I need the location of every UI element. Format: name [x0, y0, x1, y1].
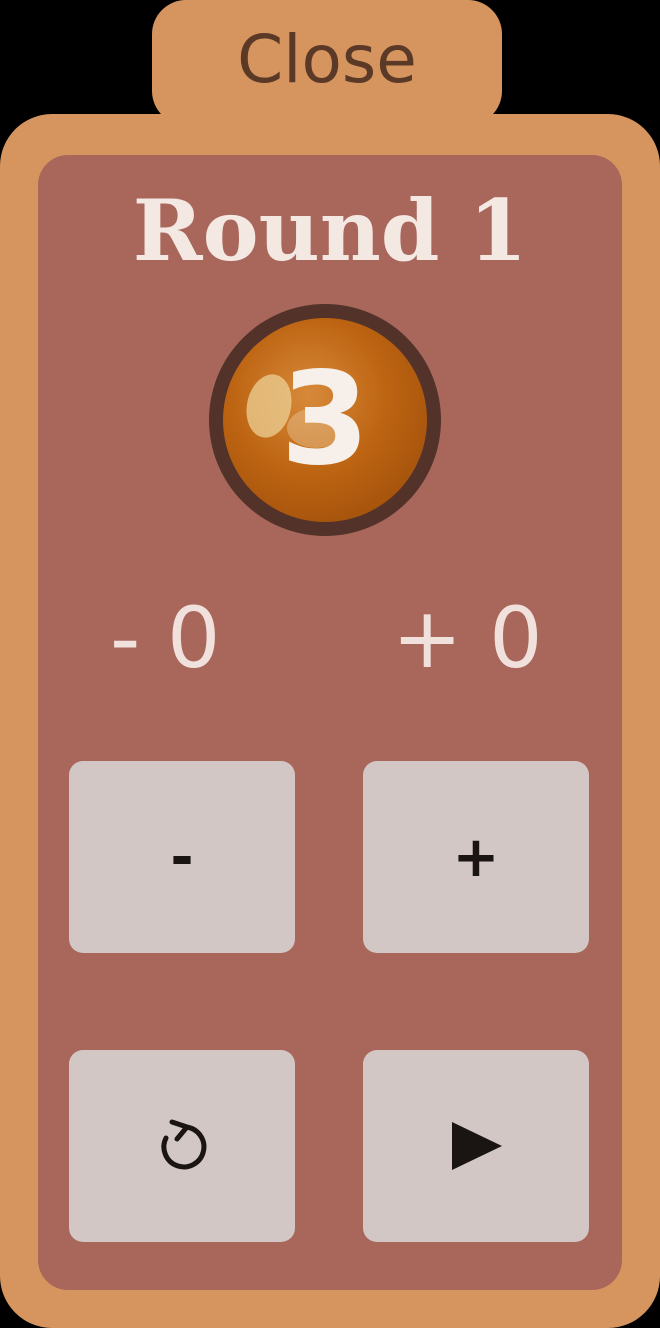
increment-button[interactable]: + — [363, 761, 589, 953]
round-widget: Close Round 1 3 - 0 + 0 - + — [0, 0, 660, 1328]
decrement-button[interactable]: - — [69, 761, 295, 953]
reset-icon — [161, 1119, 207, 1170]
counter-disc: 3 — [223, 318, 427, 522]
counter-badge: 3 — [209, 304, 441, 536]
plus-delta: + 0 — [392, 589, 543, 687]
minus-delta: - 0 — [110, 589, 221, 687]
decrement-label: - — [170, 824, 194, 890]
play-button[interactable] — [363, 1050, 589, 1242]
close-button[interactable]: Close — [152, 0, 502, 125]
play-icon — [452, 1122, 502, 1170]
increment-label: + — [452, 824, 500, 890]
round-title: Round 1 — [132, 181, 528, 280]
reset-button[interactable] — [69, 1050, 295, 1242]
counter-value: 3 — [280, 345, 370, 494]
close-label: Close — [237, 21, 417, 98]
